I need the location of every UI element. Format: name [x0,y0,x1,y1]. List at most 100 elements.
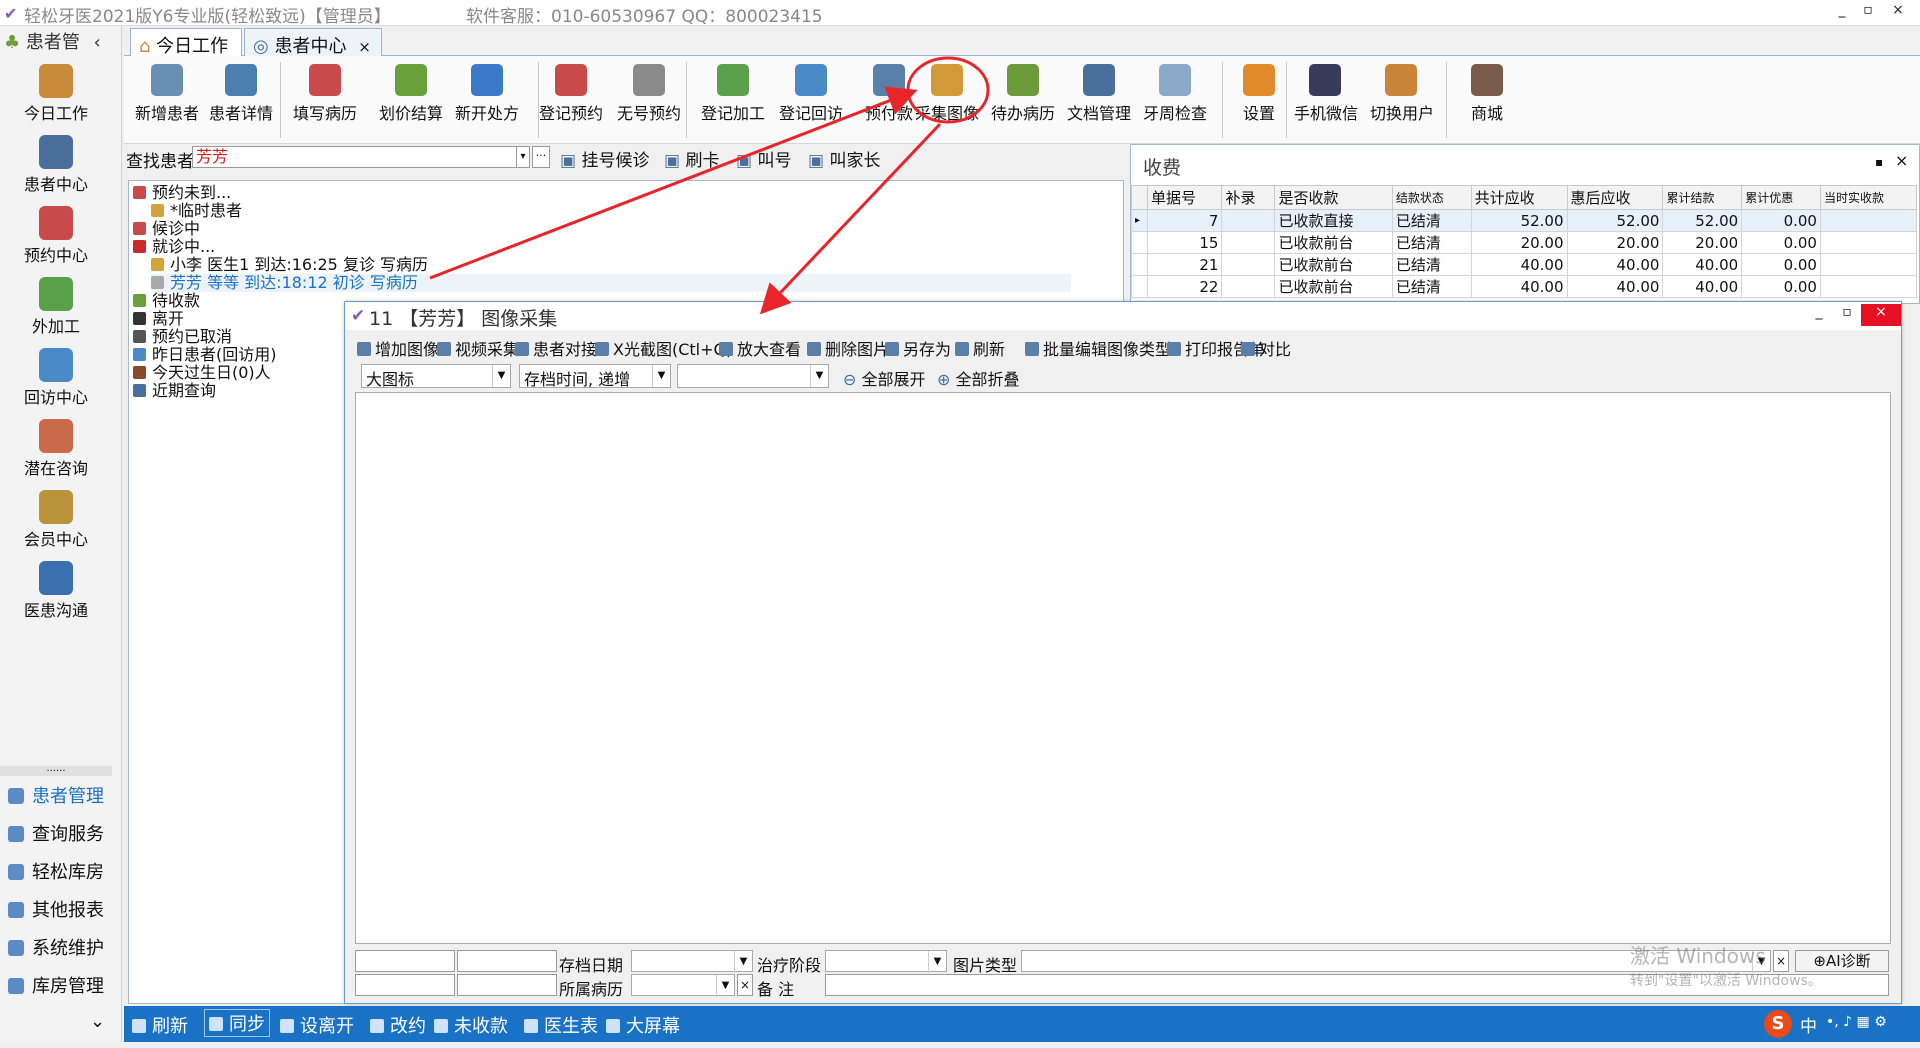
ribbon-button[interactable]: 填写病历 [290,60,360,138]
fee-column-header[interactable]: 共计应收 [1470,185,1568,210]
ai-diagnosis-button[interactable]: ⊕AI诊断 [1795,950,1889,972]
fee-close-icon[interactable]: × [1895,151,1908,170]
record-select[interactable]: ▼ [631,974,735,997]
sidebar-nav-2[interactable]: 患者中心 [0,129,112,199]
status-button[interactable]: 未收款 [434,1012,508,1038]
patient-tree-item[interactable]: 昨日患者(回访用) [133,346,277,364]
ribbon-button[interactable]: 设置 [1228,60,1290,138]
ribbon-button[interactable]: 登记预约 [536,60,606,138]
find-dropdown-icon[interactable]: ▾ [516,146,530,168]
patient-tree-item[interactable]: 小李 医生1 到达:16:25 复诊 写病历 [151,256,428,274]
image-tool-button[interactable]: 刷新 [955,336,1005,360]
sidebar-nav-7[interactable]: 会员中心 [0,484,112,554]
pin-icon[interactable]: ▪ [1875,155,1883,169]
image-tool-button[interactable]: 另存为 [885,336,951,360]
find-more-button[interactable]: ··· [532,146,550,168]
sidebar-nav-8[interactable]: 医患沟通 [0,555,112,625]
ribbon-button[interactable]: 待办病历 [988,60,1058,138]
status-button[interactable]: 设离开 [280,1012,354,1038]
patient-tree-item[interactable]: 就诊中... [133,238,215,256]
ribbon-button[interactable]: 登记加工 [698,60,768,138]
image-tool-button[interactable]: 放大查看 [719,336,801,360]
patient-tree-item[interactable]: 近期查询 [133,382,216,400]
fee-row[interactable]: ▸ 7 已收款直接 已结清 52.00 52.00 52.00 0.00 [1131,209,1918,232]
collapse-all-button[interactable]: ⊕ 全部折叠 [937,366,1020,390]
fee-column-header[interactable]: 累计优惠 [1741,185,1821,210]
ribbon-button[interactable]: 划价结算 [376,60,446,138]
sidebar-nav-3[interactable]: 预约中心 [0,200,112,270]
image-tool-button[interactable]: 视频采集 [437,336,519,360]
tab-close-icon[interactable]: × [358,38,371,56]
filter-select[interactable]: ▼ [677,364,829,388]
clear-record-icon[interactable]: × [737,974,753,996]
patient-tree-item[interactable]: 预约未到... [133,184,231,202]
fee-column-header[interactable]: 累计结款 [1662,185,1743,210]
module-item[interactable]: 患者管理 [0,778,120,812]
restore-button[interactable]: ▫ [1856,2,1880,24]
image-canvas[interactable] [355,392,1891,944]
status-button[interactable]: 同步 [204,1009,270,1037]
patient-tree-item[interactable]: 待收款 [133,292,200,310]
fee-row[interactable]: 22 已收款前台 已结清 40.00 40.00 40.00 0.00 [1131,275,1918,298]
ribbon-button[interactable]: 商城 [1456,60,1518,138]
find-patient-input[interactable]: 芳芳 [192,146,527,168]
fee-column-header[interactable]: 结款状态 [1391,185,1472,210]
fee-row[interactable]: 15 已收款前台 已结清 20.00 20.00 20.00 0.00 [1131,231,1918,254]
module-item[interactable]: 轻松库房 [0,854,120,888]
date-select[interactable]: ▼ [631,950,753,973]
collapse-sidebar-button[interactable]: ‹ [94,32,101,53]
patient-tree-item[interactable]: 今天过生日(0)人 [133,364,271,382]
ribbon-button[interactable]: 新增患者 [132,60,202,138]
ribbon-button[interactable]: 新开处方 [452,60,522,138]
module-item[interactable]: 系统维护 [0,930,120,964]
ribbon-button[interactable]: 采集图像 [912,60,982,138]
image-tool-button[interactable]: 批量编辑图像类型 [1025,336,1171,360]
sidebar-nav-5[interactable]: 回访中心 [0,342,112,412]
image-tool-button[interactable]: 对比 [1241,336,1291,360]
ribbon-button[interactable]: 患者详情 [206,60,276,138]
sidebar-nav-4[interactable]: 外加工 [0,271,112,341]
image-tool-button[interactable]: 增加图像 [357,336,439,360]
find-action-button[interactable]: ▣ 叫家长 [808,146,880,171]
find-action-button[interactable]: ▣ 叫号 [736,146,791,171]
more-modules-button[interactable]: ⌄ [90,1011,105,1032]
sidebar-splitter[interactable]: ...... [0,764,112,776]
tab-patient-center[interactable]: ◎ 患者中心 × [244,28,382,57]
module-item[interactable]: 查询服务 [0,816,120,850]
sidebar-nav-1[interactable]: 今日工作 [0,58,112,128]
status-button[interactable]: 大屏幕 [606,1012,680,1038]
patient-tree-item[interactable]: 候诊中 [133,220,200,238]
find-action-button[interactable]: ▣ 刷卡 [664,146,719,171]
patient-tree-item[interactable]: *临时患者 [151,202,242,220]
image-tool-button[interactable]: X光截图(Ctl+Q) [595,336,732,360]
ribbon-button[interactable]: 无号预约 [614,60,684,138]
image-close-button[interactable]: × [1861,304,1901,326]
fee-column-header[interactable]: 惠后应收 [1566,185,1664,210]
sort-select[interactable]: 存档时间, 递增 ▼ [519,364,671,389]
clear-type-icon[interactable]: × [1773,950,1789,972]
patient-tree-item[interactable]: 芳芳 等等 到达:18:12 初诊 写病历 [151,274,1071,292]
fee-column-header[interactable]: 当时实收款 [1819,185,1918,210]
ribbon-button[interactable]: 文档管理 [1064,60,1134,138]
find-action-button[interactable]: ▣ 挂号候诊 [560,146,649,171]
ime-mode[interactable]: 中 [1800,1012,1817,1037]
fee-column-header[interactable]: 是否收款 [1274,185,1393,210]
image-restore-button[interactable]: ▫ [1835,304,1859,326]
image-tool-button[interactable]: 删除图片 [807,336,889,360]
fee-column-header[interactable]: 补录 [1221,185,1276,210]
tab-today-work[interactable]: ⌂ 今日工作 [130,28,242,57]
ribbon-button[interactable]: 手机微信 [1294,60,1358,138]
ime-logo-icon[interactable]: S [1764,1010,1792,1038]
module-item[interactable]: 库房管理 [0,968,120,1002]
expand-all-button[interactable]: ⊖ 全部展开 [843,366,926,390]
view-mode-select[interactable]: 大图标 ▼ [361,364,511,389]
patient-tree-item[interactable]: 预约已取消 [133,328,232,346]
patient-tree-item[interactable]: 离开 [133,310,184,328]
status-button[interactable]: 刷新 [132,1012,188,1038]
ribbon-button[interactable]: 登记回访 [776,60,846,138]
sidebar-nav-6[interactable]: 潜在咨询 [0,413,112,483]
ribbon-button[interactable]: 牙周检查 [1140,60,1210,138]
fee-column-header[interactable]: 单据号 [1146,185,1223,210]
status-button[interactable]: 医生表 [524,1012,598,1038]
module-item[interactable]: 其他报表 [0,892,120,926]
